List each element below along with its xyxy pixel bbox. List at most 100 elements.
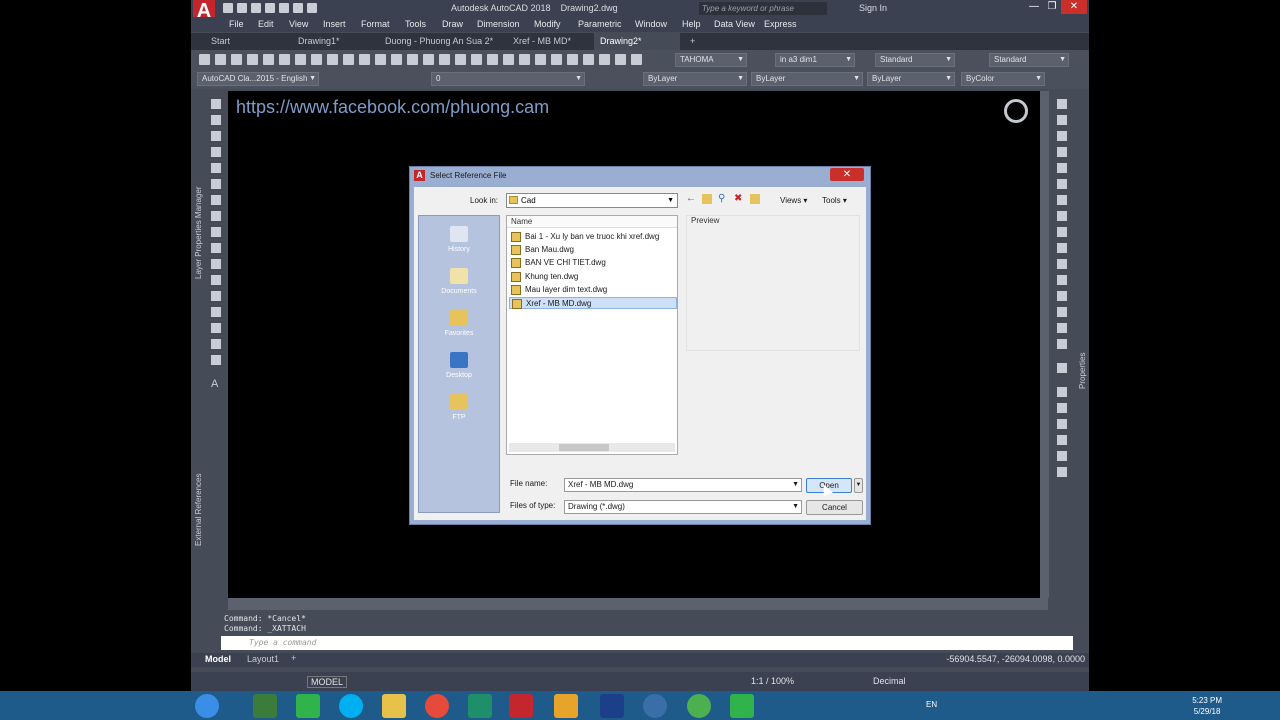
dim-icon[interactable] [1057,363,1067,373]
chrome-icon[interactable] [425,694,449,718]
list-item-selected[interactable]: Xref - MB MD.dwg [509,297,677,309]
vertical-scrollbar[interactable] [1040,91,1049,598]
language-indicator[interactable]: EN [926,700,937,709]
tool-icon[interactable] [631,54,642,65]
help-search-input[interactable]: Type a keyword or phrase [699,2,827,15]
save-icon[interactable] [251,3,261,13]
polyline-icon[interactable] [211,131,221,141]
tab-drawing2[interactable]: Drawing2* [594,33,680,50]
new-tab-icon[interactable]: + [684,33,700,50]
layer-select[interactable]: 0 ▼ [431,72,585,86]
menu-window[interactable]: Window [635,19,667,29]
gradient-icon[interactable] [211,323,221,333]
mirror-icon[interactable] [1057,131,1067,141]
external-references-palette-label[interactable]: External References [194,474,203,546]
app-icon[interactable] [687,694,711,718]
tool-icon[interactable] [551,54,562,65]
list-item[interactable]: Ban Mau.dwg [509,244,677,256]
dim-icon[interactable] [1057,387,1067,397]
look-in-select[interactable]: Cad ▼ [506,193,678,208]
app-icon[interactable] [253,694,277,718]
tool-icon[interactable] [535,54,546,65]
redo-icon[interactable] [307,3,317,13]
units-select[interactable]: Decimal [873,676,906,686]
menu-file[interactable]: File [229,19,244,29]
lineweight-select[interactable]: ByLayer ▼ [867,72,955,86]
tab-start[interactable]: Start [205,33,275,50]
menu-tools[interactable]: Tools [405,19,426,29]
stretch-icon[interactable] [1057,227,1067,237]
new-folder-icon[interactable] [750,194,760,204]
tool-icon[interactable] [487,54,498,65]
dim-icon[interactable] [1057,403,1067,413]
offset-icon[interactable] [1057,147,1067,157]
skype-icon[interactable] [339,694,363,718]
array-icon[interactable] [1057,163,1067,173]
tool-icon[interactable] [471,54,482,65]
polygon-icon[interactable] [211,147,221,157]
sign-in-button[interactable]: Sign In [859,3,887,13]
tab-xref[interactable]: Xref - MB MD* [507,33,591,50]
model-space-toggle[interactable]: MODEL [307,676,348,688]
list-item[interactable]: Khung ten.dwg [509,271,677,283]
new-icon[interactable] [223,3,233,13]
menu-data-view[interactable]: Data View [714,19,755,29]
scrollbar-thumb[interactable] [559,444,609,451]
menu-modify[interactable]: Modify [534,19,561,29]
undo-icon[interactable] [293,3,303,13]
circle-icon[interactable] [211,195,221,205]
tool-icon[interactable] [455,54,466,65]
plotstyle-select[interactable]: ByColor ▼ [961,72,1045,86]
tool-icon[interactable] [311,54,322,65]
command-input[interactable]: Type a command [221,636,1073,650]
dim-icon[interactable] [1057,435,1067,445]
minimize-icon[interactable]: — [1025,0,1043,14]
search-web-icon[interactable]: ⚲ [718,194,728,204]
photoshop-icon[interactable] [600,694,624,718]
line-icon[interactable] [211,99,221,109]
dimstyle-select[interactable]: in a3 dim1 ▼ [775,53,855,67]
open-options-dropdown[interactable]: ▼ [854,478,863,493]
textstyle-select[interactable]: Standard ▼ [875,53,955,67]
tools-menu[interactable]: Tools ▾ [822,196,847,205]
dialog-close-icon[interactable]: ✕ [830,168,864,181]
restore-icon[interactable]: ❐ [1043,0,1061,14]
tool-icon[interactable] [599,54,610,65]
autocad-taskbar-icon[interactable] [509,694,533,718]
tool-icon[interactable] [295,54,306,65]
insert-block-icon[interactable] [211,259,221,269]
spline-icon[interactable] [211,227,221,237]
views-menu[interactable]: Views ▾ [780,196,807,205]
list-item[interactable]: Mau layer dim text.dwg [509,284,677,296]
tool-icon[interactable] [615,54,626,65]
annotation-scale[interactable]: 1:1 / 100% [751,676,794,686]
tool-icon[interactable] [263,54,274,65]
place-documents[interactable]: Documents [419,268,499,295]
file-list-scrollbar[interactable] [509,443,675,452]
trim-icon[interactable] [1057,243,1067,253]
tool-icon[interactable] [327,54,338,65]
tool-icon[interactable] [359,54,370,65]
saveas-icon[interactable] [265,3,275,13]
tool-icon[interactable] [391,54,402,65]
file-type-select[interactable]: Drawing (*.dwg) ▼ [564,500,802,514]
point-icon[interactable] [211,291,221,301]
close-icon[interactable]: ✕ [1061,0,1087,14]
chevron-down-icon[interactable]: ▼ [792,501,799,513]
menu-express[interactable]: Express [764,19,797,29]
app-icon[interactable] [643,694,667,718]
tab-duong[interactable]: Duong - Phuong An Sua 2* [379,33,503,50]
tool-icon[interactable] [199,54,210,65]
tool-icon[interactable] [247,54,258,65]
chamfer-icon[interactable] [1057,307,1067,317]
place-ftp[interactable]: FTP [419,394,499,421]
tool-icon[interactable] [439,54,450,65]
rotate-icon[interactable] [1057,195,1067,205]
dim-icon[interactable] [1057,467,1067,477]
tool-icon[interactable] [231,54,242,65]
clock[interactable]: 5:23 PM 5/29/18 [1192,695,1222,717]
tool-icon[interactable] [279,54,290,65]
tool-icon[interactable] [407,54,418,65]
list-item[interactable]: BAN VE CHI TIET.dwg [509,257,677,269]
open-icon[interactable] [237,3,247,13]
